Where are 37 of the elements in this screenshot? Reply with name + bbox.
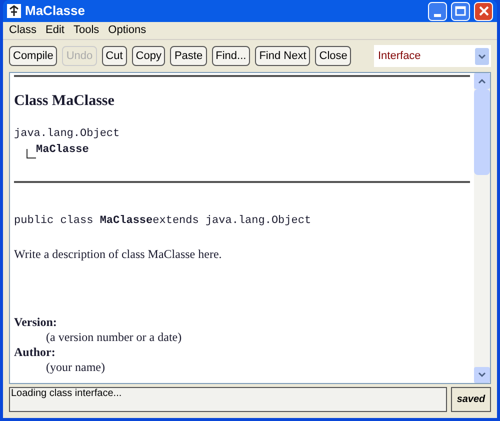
save-status: saved xyxy=(451,387,491,412)
tree-branch-icon xyxy=(26,148,36,158)
toolbar-button[interactable]: Close xyxy=(315,46,352,66)
scrollbar[interactable] xyxy=(474,73,490,383)
toolbar-button[interactable]: Cut xyxy=(102,46,127,66)
scroll-up-icon xyxy=(474,73,490,89)
toolbar-button[interactable]: Paste xyxy=(170,46,207,66)
minimize-icon xyxy=(434,14,441,16)
menu-item[interactable]: Class xyxy=(9,22,37,39)
toolbar-button[interactable]: Compile xyxy=(9,46,58,66)
menu-item[interactable]: Tools xyxy=(73,22,100,39)
class-declaration: public class MaClasseextends java.lang.Object xyxy=(14,214,312,228)
tag-value: (a version number or a date) xyxy=(46,330,183,345)
maximize-icon xyxy=(455,6,466,16)
close-icon xyxy=(478,6,488,16)
scroll-down-icon xyxy=(474,367,490,383)
app-icon xyxy=(7,4,21,18)
status-message: Loading class interface... xyxy=(9,387,447,412)
tag-value: (your name) xyxy=(46,360,106,375)
close-button[interactable] xyxy=(474,2,493,20)
minimize-button[interactable] xyxy=(428,2,447,20)
class-description: Write a description of class MaClasse here. xyxy=(14,246,223,263)
class-heading: Class MaClasse xyxy=(14,92,116,111)
tag-label: Version: xyxy=(14,315,58,330)
menu-item[interactable]: Options xyxy=(108,22,146,39)
toolbar-button[interactable]: Find... xyxy=(212,46,250,66)
window-title: MaClasse xyxy=(25,2,86,20)
caret-icon xyxy=(475,48,489,64)
tag-label: Author: xyxy=(14,345,56,360)
toolbar-button[interactable]: Copy xyxy=(132,46,166,66)
maximize-button[interactable] xyxy=(451,2,470,20)
scroll-thumb[interactable] xyxy=(474,89,490,175)
toolbar-button[interactable]: Find Next xyxy=(255,46,310,66)
class-name: MaClasse xyxy=(36,143,89,158)
view-dropdown[interactable]: Interface xyxy=(374,45,491,67)
superclass-name: java.lang.Object xyxy=(14,126,121,142)
menu-item[interactable]: Edit xyxy=(46,22,64,39)
